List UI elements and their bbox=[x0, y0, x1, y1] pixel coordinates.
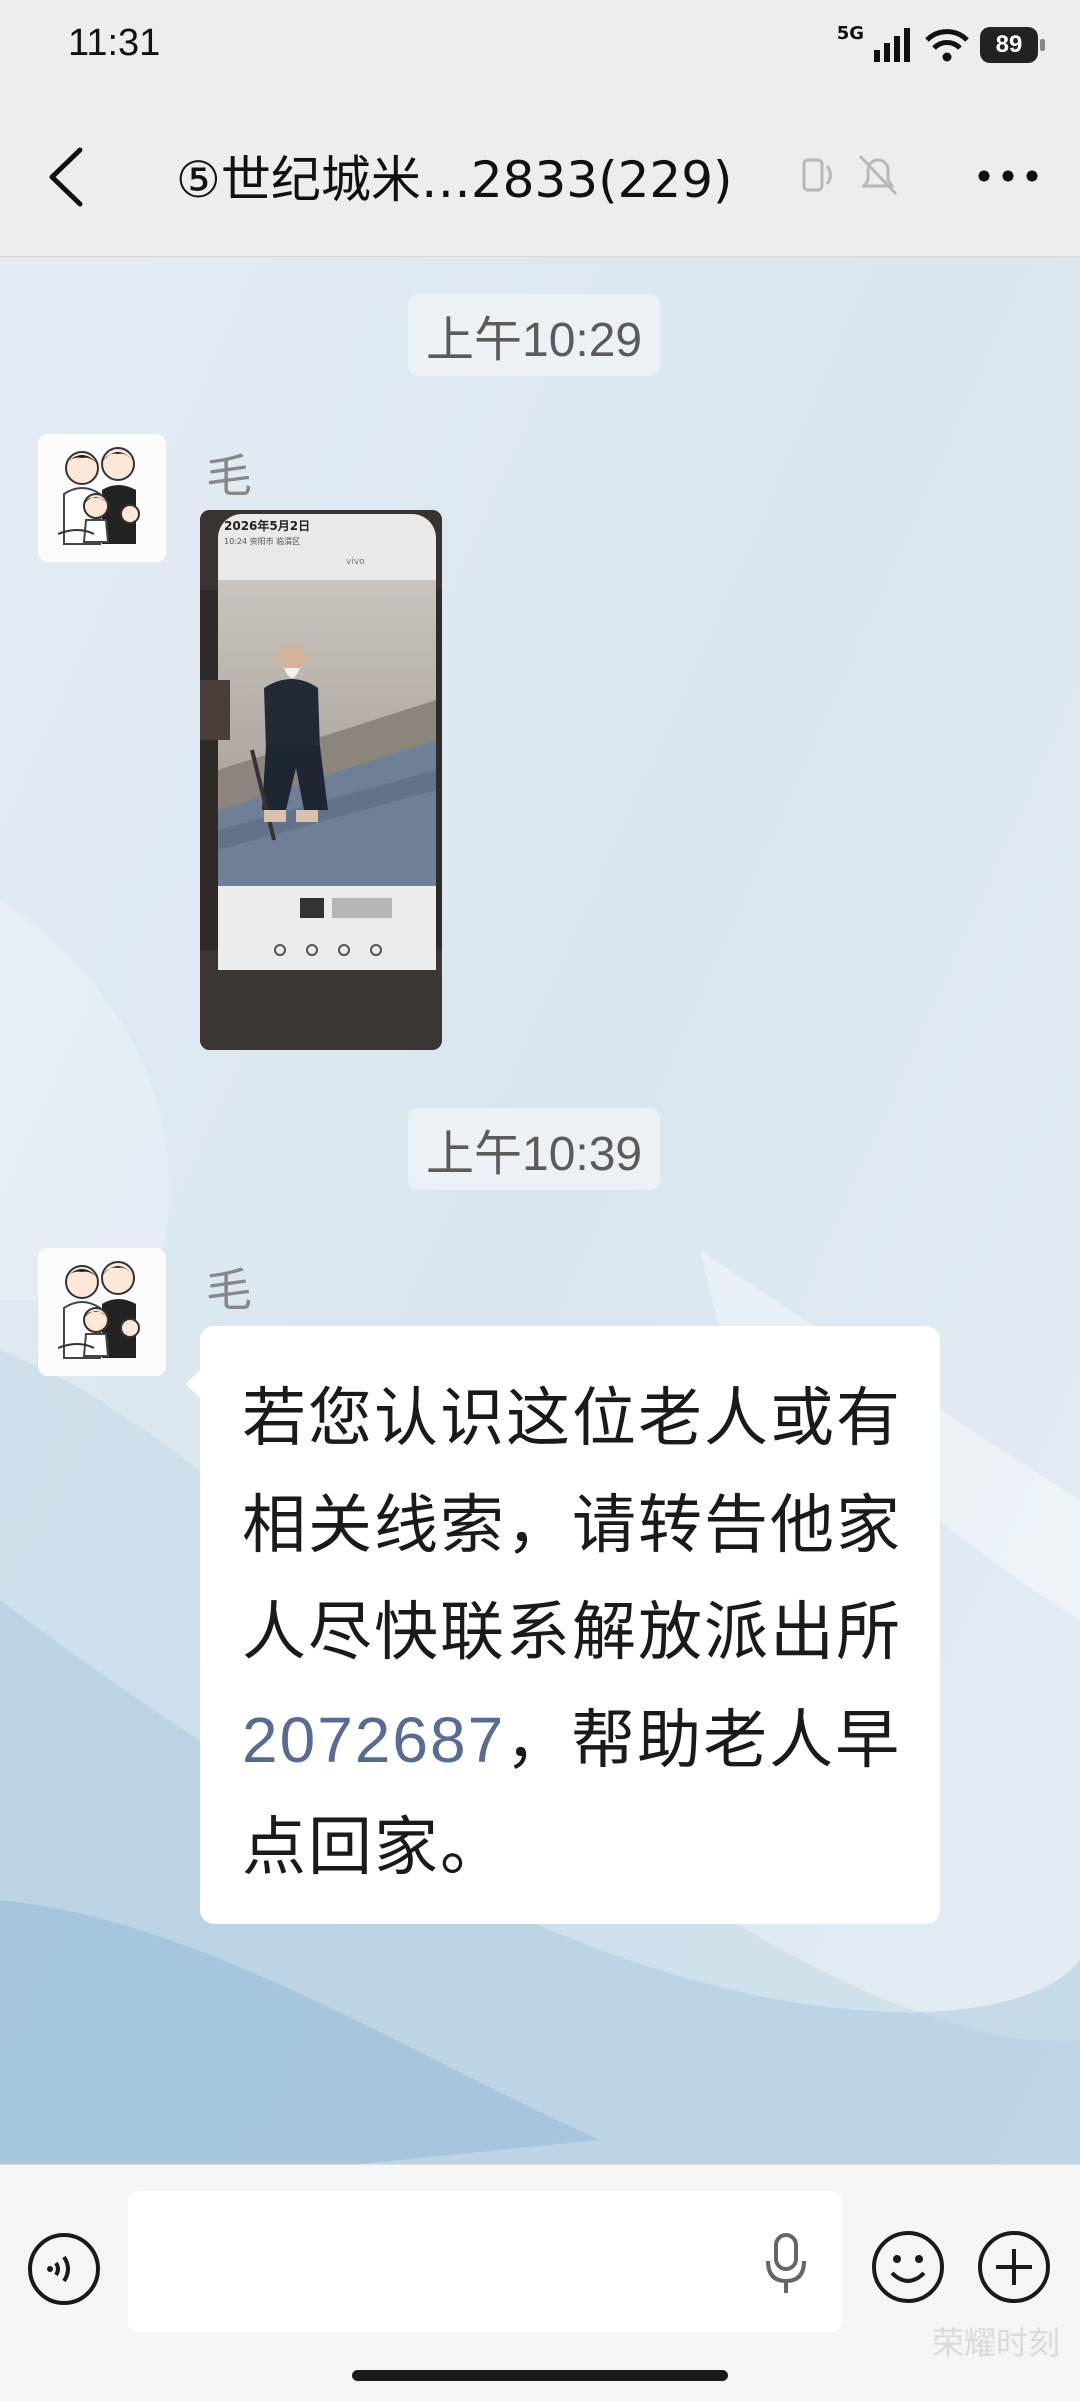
photo-vivo-mark: vivo bbox=[346, 557, 365, 567]
sender-name: 毛 bbox=[206, 449, 252, 503]
avatar-cartoon-couple-icon bbox=[38, 1248, 166, 1376]
photo-subline-text: 10:24 资阳市 临渭区 bbox=[224, 536, 300, 546]
voice-input-icon[interactable] bbox=[26, 2231, 102, 2307]
image-message[interactable]: 2026年5月2日 10:24 资阳市 临渭区 vivo bbox=[200, 510, 442, 1050]
voice-call-icon[interactable] bbox=[800, 150, 840, 200]
chat-title[interactable]: ⑤世纪城米…2833(229) bbox=[176, 140, 733, 212]
avatar[interactable] bbox=[38, 1248, 166, 1376]
microphone-icon[interactable] bbox=[760, 2229, 812, 2301]
avatar-cartoon-couple-icon bbox=[38, 434, 166, 562]
plus-icon[interactable] bbox=[976, 2229, 1052, 2305]
emoji-icon[interactable] bbox=[870, 2229, 946, 2305]
message-text: 若您认识这位老人或有相关线索，请转告他家人尽快联系解放派出所2072687，帮助… bbox=[242, 1366, 902, 1902]
message-input[interactable] bbox=[128, 2191, 842, 2333]
battery-indicator: 89 bbox=[980, 27, 1045, 63]
status-bar: 11:31 5G 89 bbox=[0, 0, 1080, 90]
signal-icon bbox=[874, 28, 910, 62]
network-type: 5G bbox=[836, 22, 864, 44]
input-bar bbox=[0, 2164, 1080, 2401]
mute-bell-icon[interactable] bbox=[856, 150, 900, 200]
phone-number-link[interactable]: 2072687 bbox=[242, 1704, 505, 1776]
message-text-part: 若您认识这位老人或有相关线索，请转告他家人尽快联系解放派出所 bbox=[242, 1382, 902, 1670]
chat-header: ⑤世纪城米…2833(229) bbox=[0, 90, 1080, 257]
text-message-bubble[interactable]: 若您认识这位老人或有相关线索，请转告他家人尽快联系解放派出所2072687，帮助… bbox=[186, 1326, 940, 1924]
more-icon[interactable] bbox=[976, 156, 1040, 196]
avatar[interactable] bbox=[38, 434, 166, 562]
status-icons: 5G 89 bbox=[836, 20, 1045, 70]
sender-name: 毛 bbox=[206, 1263, 252, 1317]
home-indicator[interactable] bbox=[352, 2370, 728, 2381]
corner-watermark: 荣耀时刻 bbox=[931, 2324, 1060, 2362]
wifi-icon bbox=[925, 29, 969, 62]
back-arrow-icon[interactable] bbox=[40, 142, 100, 212]
photo-date-text: 2026年5月2日 bbox=[224, 518, 310, 533]
timestamp: 上午10:29 bbox=[408, 294, 661, 376]
timestamp: 上午10:39 bbox=[408, 1108, 661, 1190]
status-time: 11:31 bbox=[68, 22, 161, 64]
photo-of-elderly-man: 2026年5月2日 10:24 资阳市 临渭区 vivo bbox=[200, 510, 442, 1050]
